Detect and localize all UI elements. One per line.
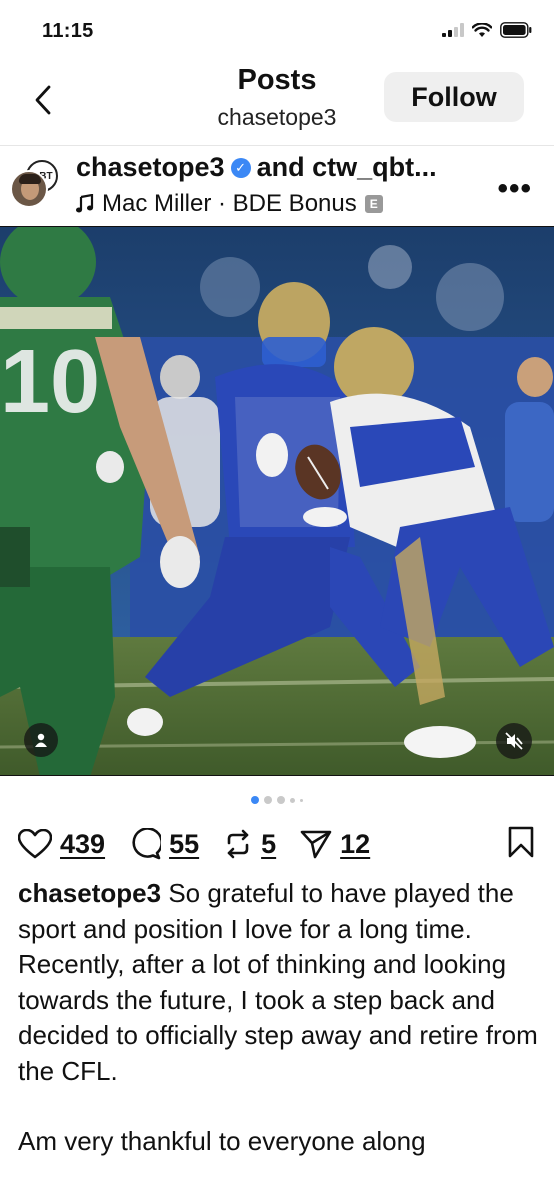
status-time: 11:15 [42,20,94,42]
status-bar: 11:15 [0,0,554,62]
nav-bar: Posts chasetope3 Follow [0,62,554,146]
carousel-dot [290,797,295,803]
bookmark-icon [508,826,534,858]
avatar [10,170,48,208]
share-action[interactable]: 12 [300,829,370,860]
repost-action[interactable]: 5 [223,829,276,860]
avatar-group[interactable]: QBT [10,160,60,210]
like-count[interactable]: 439 [60,829,105,860]
speaker-muted-icon [505,732,523,750]
more-options-button[interactable]: ••• [497,172,532,206]
carousel-dot [300,798,303,802]
explicit-badge: E [364,195,383,213]
battery-icon [500,22,532,38]
share-count[interactable]: 12 [340,829,370,860]
caption-paragraph: chasetope3 So grateful to have played th… [18,876,540,1089]
post-caption: chasetope3 So grateful to have played th… [18,876,540,1195]
post-actions: 439 55 5 12 [18,822,538,866]
like-action[interactable]: 439 [18,829,105,860]
author-username[interactable]: chasetope3 [76,152,225,183]
carousel-dot-active [251,796,259,804]
caption-username[interactable]: chasetope3 [18,878,161,908]
music-note-icon [76,194,94,213]
send-icon [300,830,332,859]
verified-badge-icon: ✓ [230,157,251,178]
post-header: QBT chasetope3 ✓ and ctw_qbt... Mac Mill… [0,146,554,226]
save-button[interactable] [508,826,534,863]
carousel-dot [264,796,272,804]
audio-label: Mac Miller · BDE Bonus [102,190,357,217]
caption-paragraph-2: Am very thankful to everyone along [18,1126,426,1156]
caption-text: So grateful to have played the sport and… [18,878,538,1086]
person-icon [35,733,47,747]
tagged-people-button[interactable] [24,723,58,757]
post-media[interactable]: 10 [0,226,554,776]
follow-button[interactable]: Follow [384,72,524,122]
status-icons [442,22,532,38]
repost-icon [227,829,249,859]
comment-icon [132,828,162,860]
comment-count[interactable]: 55 [169,829,199,860]
coauthor-text[interactable]: and ctw_qbt... [257,152,437,183]
svg-text:10: 10 [0,332,100,432]
wifi-icon [472,22,492,37]
audio-track[interactable]: Mac Miller · BDE Bonus E [76,190,383,218]
carousel-dot [277,796,285,804]
heart-icon [18,829,52,859]
mute-button[interactable] [496,723,532,759]
repost-count[interactable]: 5 [261,829,276,860]
signal-icon [442,23,464,37]
comment-action[interactable]: 55 [129,828,199,860]
post-authors[interactable]: chasetope3 ✓ and ctw_qbt... [76,152,437,183]
post-photo: 10 [0,227,554,775]
carousel-indicator [0,796,554,804]
